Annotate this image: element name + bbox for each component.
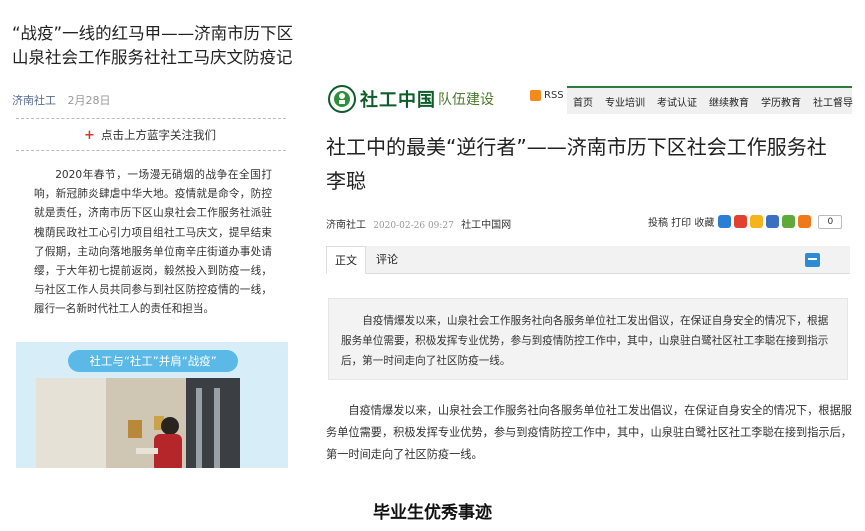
logo-subtitle: 队伍建设	[438, 92, 494, 108]
summary-text: 自疫情爆发以来，山泉社会工作服务社向各服务单位社工发出倡议，在保证自身安全的情况…	[341, 315, 829, 367]
share-toolbar: 投稿 打印 收藏 0	[648, 214, 843, 229]
nav-item-home[interactable]: 首页	[567, 94, 599, 109]
top-navigation: 首页 专业培训 考试认证 继续教育 学历教育 社工督导	[567, 86, 853, 114]
weibo-share-icon[interactable]	[734, 215, 748, 228]
photo-illustration	[36, 378, 240, 468]
rss-link[interactable]: RSS	[530, 90, 564, 101]
article-title: “战疫”一线的红马甲——济南市历下区山泉社会工作服务社社工马庆文防疫记	[12, 24, 294, 67]
share-count: 0	[818, 214, 843, 229]
publish-date: 2月28日	[67, 94, 111, 107]
qzone-share-icon[interactable]	[718, 215, 732, 228]
plus-icon: +	[84, 128, 95, 143]
nav-item-training[interactable]: 专业培训	[599, 94, 651, 109]
article-meta: 济南社工 2020-02-26 09:27 社工中国网	[326, 216, 511, 231]
share-actions-label[interactable]: 投稿 打印 收藏	[648, 214, 714, 229]
nav-item-supervision[interactable]: 社工督导	[807, 94, 859, 109]
article-meta: 济南社工 2月28日	[12, 92, 111, 108]
renren-share-icon[interactable]	[766, 215, 780, 228]
comment-icon[interactable]	[805, 253, 820, 267]
rss-label: RSS	[544, 90, 564, 101]
section-banner: 社工与“社工”并肩“战疫”	[68, 350, 238, 372]
tab-comments[interactable]: 评论	[368, 246, 406, 274]
divider	[16, 150, 286, 151]
content-tabs: 正文 评论	[326, 246, 850, 274]
nav-item-certification[interactable]: 考试认证	[651, 94, 703, 109]
source-label: 社工中国网	[461, 220, 512, 231]
volunteer-photo	[36, 378, 240, 468]
logo-text: 社工中国	[360, 90, 436, 111]
follow-prompt[interactable]: + 点击上方蓝字关注我们	[2, 127, 298, 143]
article-body: 自疫情爆发以来，山泉社会工作服务社向各服务单位社工发出倡议，在保证自身安全的情况…	[326, 404, 852, 461]
nav-item-continuing-education[interactable]: 继续教育	[703, 94, 755, 109]
rss-icon	[530, 90, 541, 101]
summary-box: 自疫情爆发以来，山泉社会工作服务社向各服务单位社工发出倡议，在保证自身安全的情况…	[328, 298, 848, 380]
follow-prompt-text: 点击上方蓝字关注我们	[100, 128, 216, 142]
article-body: 2020年春节，一场漫无硝烟的战争在全国打响，新冠肺炎肆虐中华大地。疫情就是命令…	[34, 169, 272, 316]
figure-caption: 毕业生优秀事迹	[373, 503, 492, 523]
more-share-icon[interactable]	[798, 215, 812, 228]
star-share-icon[interactable]	[750, 215, 764, 228]
site-logo[interactable]: 社工中国 队伍建设	[328, 84, 494, 114]
page-title: 社工中的最美“逆行者”——济南市历下区社会工作服务社李聪	[326, 135, 827, 193]
publish-time: 2020-02-26 09:27	[373, 221, 454, 231]
web-article-panel: 社工中国 队伍建设 RSS 首页 专业培训 考试认证 继续教育 学历教育 社工督…	[322, 80, 853, 380]
nav-item-degree-education[interactable]: 学历教育	[755, 94, 807, 109]
douban-share-icon[interactable]	[782, 215, 796, 228]
divider	[16, 118, 286, 119]
account-link[interactable]: 济南社工	[12, 94, 56, 107]
emblem-icon	[328, 85, 356, 113]
wechat-article-panel: “战疫”一线的红马甲——济南市历下区山泉社会工作服务社社工马庆文防疫记 济南社工…	[2, 2, 298, 468]
author-label: 济南社工	[326, 220, 366, 231]
tab-main-text[interactable]: 正文	[326, 246, 366, 274]
